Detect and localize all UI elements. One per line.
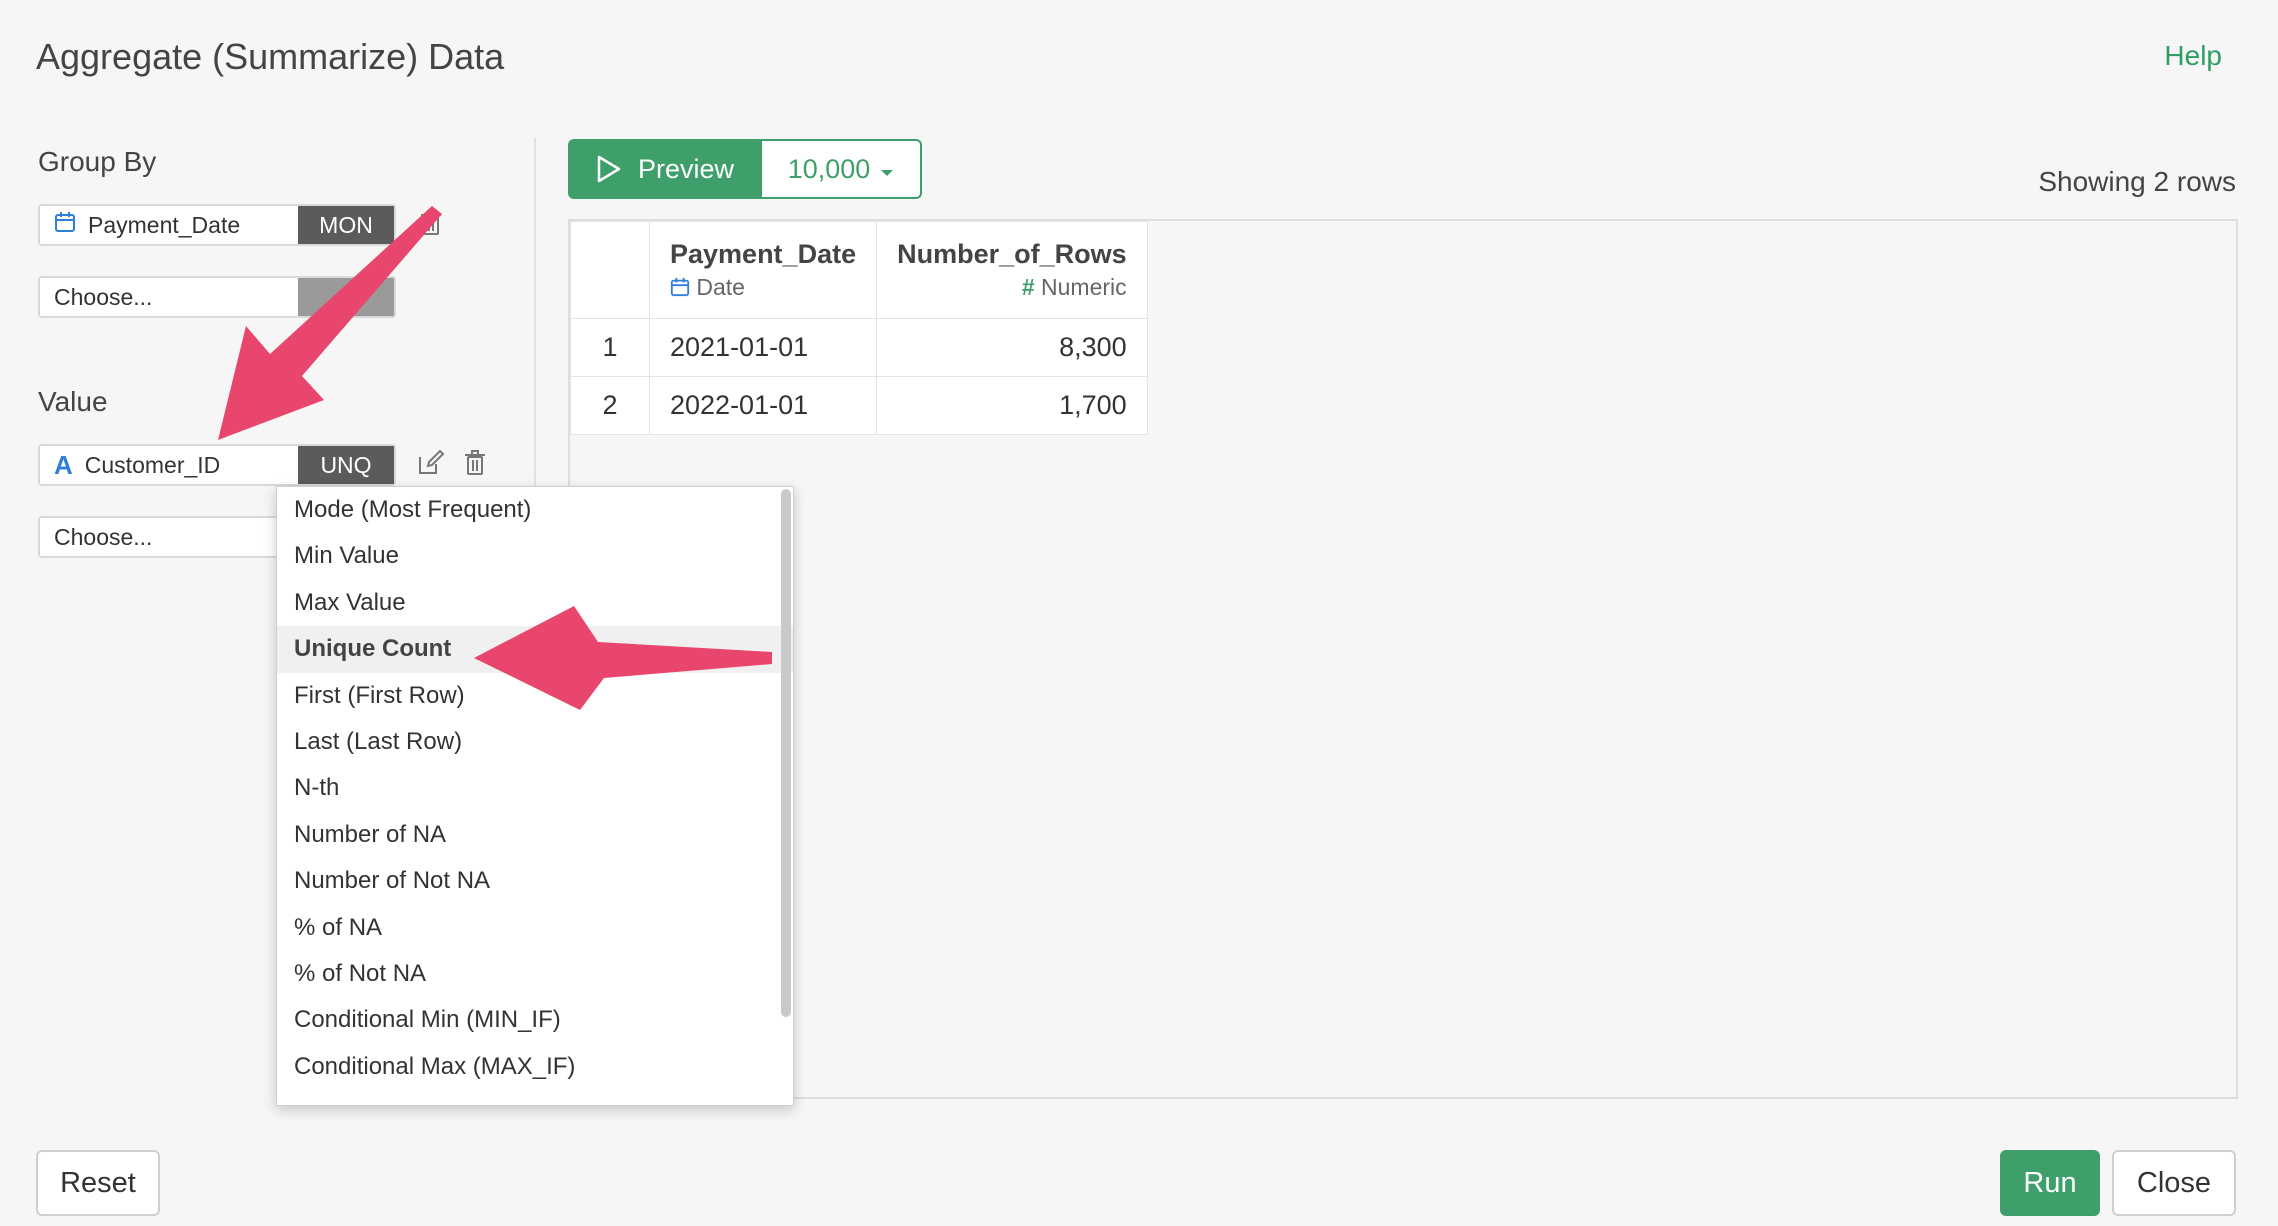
column-name: Payment_Date (670, 239, 857, 269)
menu-item[interactable]: % of Not NA (277, 951, 793, 997)
menu-scrollbar[interactable] (781, 489, 791, 1017)
aggregation-function-menu: Mode (Most Frequent) Min Value Max Value Un… (276, 486, 794, 1106)
preview-button[interactable]: Preview (568, 139, 762, 199)
preview-table: Payment_Date Date Number_of_Rows # Numer… (570, 221, 1148, 435)
cell-count: 1,700 (876, 376, 1148, 435)
menu-item[interactable]: Min Value (277, 533, 793, 579)
value-field-name: Customer_ID (84, 451, 221, 478)
menu-item[interactable]: Number of Not NA (277, 858, 793, 904)
empty-tag (298, 278, 394, 316)
cell-date: 2021-01-01 (648, 318, 878, 377)
row-number: 2 (570, 376, 650, 435)
menu-item[interactable]: Last (Last Row) (277, 719, 793, 765)
menu-item[interactable]: Mode (Most Frequent) (277, 487, 793, 533)
aggregation-tag[interactable]: UNQ (298, 446, 394, 484)
column-header-payment-date[interactable]: Payment_Date Date (648, 221, 878, 319)
aggregation-tag[interactable]: MON (298, 206, 394, 244)
row-number-header (570, 221, 650, 319)
data-grid: Payment_Date Date Number_of_Rows # Numer… (568, 219, 2238, 1099)
trash-icon[interactable] (416, 208, 446, 238)
group-by-field[interactable]: Payment_Date MON (38, 204, 396, 246)
rows-limit-select[interactable]: 10,000 (762, 139, 922, 199)
column-type: Numeric (1041, 274, 1127, 300)
column-header-number-of-rows[interactable]: Number_of_Rows # Numeric (876, 221, 1148, 319)
menu-item[interactable]: N-th (277, 765, 793, 811)
run-button[interactable]: Run (2000, 1150, 2100, 1216)
calendar-icon (54, 211, 76, 239)
preview-toolbar: Preview 10,000 (568, 139, 922, 199)
preview-label: Preview (637, 153, 735, 184)
value-field[interactable]: A Customer_ID UNQ (38, 444, 396, 486)
help-link[interactable]: Help (2164, 40, 2222, 72)
table-row: 2 2022-01-01 1,700 (570, 376, 1148, 435)
play-icon (597, 155, 621, 183)
edit-icon[interactable] (416, 448, 446, 478)
column-name: Number_of_Rows (897, 239, 1127, 269)
character-type-icon: A (54, 449, 73, 480)
cell-date: 2022-01-01 (648, 376, 878, 435)
trash-icon[interactable] (460, 448, 490, 478)
dialog-title: Aggregate (Summarize) Data (36, 36, 505, 77)
cell-count: 8,300 (876, 318, 1148, 377)
group-by-field-name: Payment_Date (88, 211, 241, 238)
reset-button[interactable]: Reset (36, 1150, 160, 1216)
calendar-icon (670, 277, 690, 297)
close-button[interactable]: Close (2112, 1150, 2236, 1216)
row-number: 1 (570, 318, 650, 377)
menu-item[interactable]: Conditional Max (MAX_IF) (277, 1044, 793, 1090)
group-by-choose[interactable]: Choose... (38, 276, 396, 318)
menu-item[interactable]: Number of NA (277, 812, 793, 858)
row-count-status: Showing 2 rows (2038, 166, 2236, 197)
menu-item[interactable]: % of NA (277, 905, 793, 951)
group-by-label: Group By (38, 146, 157, 177)
menu-item[interactable]: Conditional Min (MIN_IF) (277, 997, 793, 1043)
menu-item[interactable]: First (First Row) (277, 673, 793, 719)
group-by-choose-placeholder: Choose... (54, 283, 153, 310)
table-row: 1 2021-01-01 8,300 (570, 318, 1148, 377)
menu-item[interactable]: Max Value (277, 580, 793, 626)
column-type: Date (696, 274, 745, 300)
caret-down-icon (880, 154, 894, 185)
rows-limit-value: 10,000 (787, 153, 871, 184)
menu-item[interactable]: Unique Count (277, 626, 793, 673)
value-label: Value (38, 386, 108, 417)
hash-icon: # (1021, 274, 1035, 300)
